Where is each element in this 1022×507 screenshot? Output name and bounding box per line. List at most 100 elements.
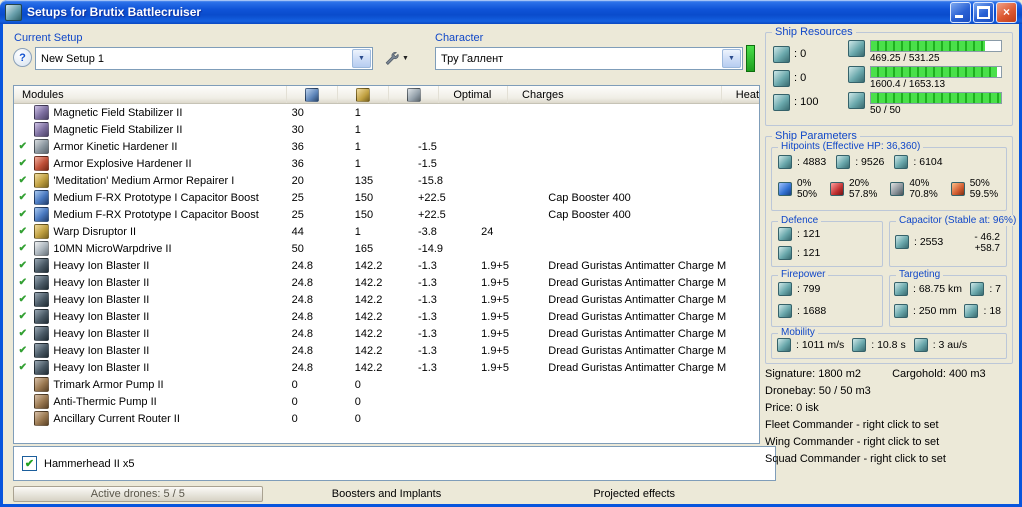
module-row[interactable]: Trimark Armor Pump II 0 0 — [14, 376, 759, 393]
setup-combobox[interactable]: New Setup 1 ▼ — [35, 47, 373, 70]
sensor-strength-icon — [964, 304, 979, 318]
module-cap-value: -1.3 — [417, 361, 437, 374]
module-name: 10MN MicroWarpdrive II — [53, 242, 172, 255]
module-row[interactable]: ✔ Armor Explosive Hardener II 36 1 -1.5 — [14, 155, 759, 172]
dronebay-line: Dronebay: 50 / 50 m3 — [765, 385, 871, 397]
fitted-check-icon: ✔ — [18, 362, 28, 373]
capacitor-amount: : 2553 — [914, 236, 944, 248]
fitted-check-icon: ✔ — [18, 226, 28, 237]
module-cpu-value: 0 — [291, 378, 298, 391]
drone-checkbox[interactable]: ✔ — [22, 456, 37, 471]
fitted-check-icon: ✔ — [18, 175, 28, 186]
turret-hardpoints-value: : 0 — [794, 48, 807, 60]
cpu-usage-text: 469.25 / 531.25 — [870, 53, 940, 64]
module-cap-value: -15.8 — [417, 174, 444, 187]
capacitor-column-header[interactable] — [389, 86, 440, 103]
dronebay-bar — [870, 92, 1002, 104]
hybrid-turret-icon — [34, 343, 50, 358]
capacitor-column-icon — [406, 87, 421, 102]
optimal-column-header[interactable]: Optimal — [439, 86, 509, 103]
module-row[interactable]: ✔ Heavy Ion Blaster II 24.8 142.2 -1.3 1… — [14, 291, 759, 308]
fleet-commander-line[interactable]: Fleet Commander - right click to set — [765, 419, 1013, 431]
calibration-icon — [773, 93, 790, 111]
targeting-range-value: : 68.75 km — [913, 283, 963, 295]
tab-active-drones[interactable]: Active drones: 5 / 5 — [13, 486, 263, 502]
character-skill-indicator — [746, 45, 755, 72]
module-powergrid-value: 1 — [354, 123, 361, 136]
module-powergrid-value: 142.2 — [354, 276, 383, 289]
module-cap-value: -1.5 — [417, 140, 437, 153]
warp-speed-value: : 3 au/s — [932, 339, 968, 351]
module-row[interactable]: ✔ Armor Kinetic Hardener II 36 1 -1.5 — [14, 138, 759, 155]
capacitor-booster-icon — [34, 207, 50, 222]
squad-commander-line[interactable]: Squad Commander - right click to set — [765, 453, 1013, 465]
heat-column-header[interactable]: Heat — [722, 86, 759, 103]
character-combobox-arrow[interactable]: ▼ — [722, 49, 741, 68]
titlebar[interactable]: Setups for Brutix Battlecruiser × — [0, 0, 1022, 24]
module-row[interactable]: ✔ Warp Disruptor II 44 1 -3.8 24 — [14, 223, 759, 240]
max-targets-icon — [970, 282, 985, 296]
maximize-icon — [977, 5, 990, 19]
warp-disruptor-icon — [34, 224, 50, 239]
cpu-column-header[interactable] — [287, 86, 338, 103]
minimize-button[interactable] — [950, 1, 971, 23]
module-powergrid-value: 165 — [354, 242, 374, 255]
module-row[interactable]: ✔ Heavy Ion Blaster II 24.8 142.2 -1.3 1… — [14, 274, 759, 291]
powergrid-column-header[interactable] — [338, 86, 389, 103]
maximize-button[interactable] — [973, 1, 994, 23]
module-row[interactable]: ✔ 10MN MicroWarpdrive II 50 165 -14.9 — [14, 240, 759, 257]
module-powergrid-value: 142.2 — [354, 344, 383, 357]
close-button[interactable]: × — [996, 1, 1017, 23]
module-row[interactable]: Magnetic Field Stabilizer II 30 1 — [14, 121, 759, 138]
fitted-check-icon: ✔ — [18, 311, 28, 322]
character-label: Character — [435, 32, 484, 44]
module-powergrid-value: 142.2 — [354, 327, 383, 340]
targeting-panel: Targeting : 68.75 km : 7 : 250 mm : 18 — [889, 269, 1007, 327]
module-optimal-value: 1.9+5 — [481, 310, 509, 323]
shield-icon — [778, 155, 792, 169]
hybrid-turret-icon — [34, 326, 50, 341]
wing-commander-line[interactable]: Wing Commander - right click to set — [765, 436, 1013, 448]
module-powergrid-value: 150 — [354, 208, 374, 221]
capacitor-panel: Capacitor (Stable at: 96%) : 2553 - 46.2… — [889, 215, 1020, 267]
help-button[interactable]: ? — [13, 48, 32, 67]
module-cap-value: -1.3 — [417, 310, 437, 323]
module-row[interactable]: ✔ Heavy Ion Blaster II 24.8 142.2 -1.3 1… — [14, 325, 759, 342]
tab-boosters-implants[interactable]: Boosters and Implants — [263, 486, 511, 502]
tab-projected-effects[interactable]: Projected effects — [510, 486, 758, 502]
turret-hardpoints-icon — [773, 45, 790, 63]
module-row[interactable]: Magnetic Field Stabilizer II 30 1 — [14, 104, 759, 121]
armor-icon — [836, 155, 851, 169]
module-row[interactable]: ✔ 'Meditation' Medium Armor Repairer I 2… — [14, 172, 759, 189]
modules-column-header[interactable]: Modules — [14, 86, 288, 103]
module-row[interactable]: Ancillary Current Router II 0 0 — [14, 410, 759, 427]
setup-combobox-arrow[interactable]: ▼ — [352, 49, 371, 68]
module-row[interactable]: Anti-Thermic Pump II 0 0 — [14, 393, 759, 410]
module-charge-name: Cap Booster 400 — [548, 208, 631, 221]
charges-column-header[interactable]: Charges — [508, 86, 722, 103]
module-row[interactable]: ✔ Medium F-RX Prototype I Capacitor Boos… — [14, 206, 759, 223]
structure-hp-value: : 6104 — [913, 156, 943, 168]
module-row[interactable]: ✔ Medium F-RX Prototype I Capacitor Boos… — [14, 189, 759, 206]
module-cpu-value: 36 — [291, 157, 304, 170]
module-charge-name: Dread Guristas Antimatter Charge M — [548, 361, 727, 374]
fitted-check-icon: ✔ — [18, 260, 28, 271]
module-powergrid-value: 1 — [354, 157, 361, 170]
setup-tools-button[interactable]: ▼ — [380, 47, 413, 69]
align-time-value: : 10.8 s — [871, 339, 906, 351]
module-cpu-value: 30 — [291, 123, 304, 136]
module-row[interactable]: ✔ Heavy Ion Blaster II 24.8 142.2 -1.3 1… — [14, 342, 759, 359]
module-optimal-value: 1.9+5 — [481, 344, 509, 357]
module-row[interactable]: ✔ Heavy Ion Blaster II 24.8 142.2 -1.3 1… — [14, 308, 759, 325]
module-row[interactable]: ✔ Heavy Ion Blaster II 24.8 142.2 -1.3 1… — [14, 359, 759, 376]
volley-icon — [778, 304, 792, 318]
character-combobox[interactable]: Тру Галлент ▼ — [435, 47, 743, 70]
capacitor-title: Capacitor (Stable at: 96%) — [896, 215, 1020, 226]
cpu-column-icon — [305, 87, 320, 102]
module-powergrid-value: 1 — [354, 106, 361, 119]
module-row[interactable]: ✔ Heavy Ion Blaster II 24.8 142.2 -1.3 1… — [14, 257, 759, 274]
hybrid-turret-icon — [34, 309, 50, 324]
modules-table-header: Modules Optimal Charges Heat — [14, 86, 759, 104]
fitted-check-icon: ✔ — [18, 243, 28, 254]
magnetic-field-stabilizer-icon — [34, 105, 50, 120]
